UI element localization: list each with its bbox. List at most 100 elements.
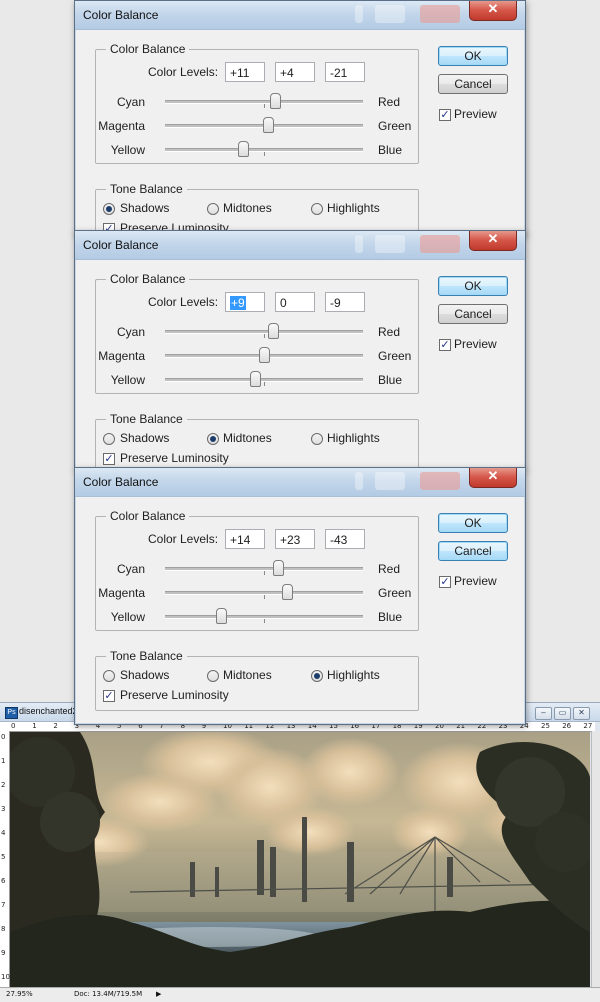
preserve-luminosity-checkbox[interactable]: ✓ [103,690,115,702]
ok-button[interactable]: OK [438,513,508,533]
slider-right-label: Red [378,325,401,339]
color-level-input-3[interactable]: -43 [325,529,365,549]
slider-right-label: Blue [378,373,403,387]
industrial-landscape-image [10,732,590,989]
slider-thumb[interactable] [259,347,270,363]
color-balance-group-label: Color Balance [110,42,186,56]
slider-left-label: Magenta [98,586,145,600]
close-document-button[interactable]: ✕ [573,707,590,720]
preview-checkbox[interactable]: ✓ [439,576,451,588]
document-title: disenchanted2 [19,706,78,716]
dialog-titlebar[interactable]: Color Balance ✕ [75,468,525,497]
slider-left-label: Yellow [110,143,145,157]
slider-left-label: Magenta [98,119,145,133]
color-balance-group-label: Color Balance [110,509,186,523]
color-level-input-3[interactable]: -9 [325,292,365,312]
radio-midtones[interactable] [207,670,219,682]
radio-midtones[interactable] [207,433,219,445]
color-level-input-2[interactable]: +4 [275,62,315,82]
ruler-left-number: 1 [1,757,6,765]
radio-shadows[interactable] [103,203,115,215]
slider-thumb[interactable] [238,141,250,157]
slider-right-label: Blue [378,143,403,157]
slider-thumb[interactable] [269,93,281,109]
status-menu-arrow-icon[interactable]: ▶ [156,990,161,998]
color-levels-label: Color Levels: [148,295,219,309]
color-level-value: +11 [230,66,250,80]
close-icon: ✕ [487,1,499,16]
color-level-value: +4 [280,66,294,80]
radio-midtones[interactable] [207,203,219,215]
close-icon: ✕ [487,468,499,483]
minimize-button[interactable]: – [535,707,552,720]
color-level-input-1[interactable]: +9 [225,292,265,312]
preview-checkbox[interactable]: ✓ [439,339,451,351]
slider-thumb[interactable] [216,608,228,624]
slider-center-tick [264,619,265,623]
color-levels-label: Color Levels: [148,65,219,79]
slider-thumb[interactable] [272,560,284,576]
slider-thumb[interactable] [250,371,262,387]
tone-balance-group-label: Tone Balance [110,412,183,426]
slider-right-label: Green [378,586,412,600]
slider-center-tick [264,104,265,108]
preview-label: Preview [454,574,497,588]
color-balance-dialog-1: Color Balance ✕ Color Balance Color Leve… [74,0,526,236]
dialog-titlebar[interactable]: Color Balance ✕ [75,1,525,30]
close-button[interactable]: ✕ [469,231,517,251]
slider-right-label: Red [378,562,401,576]
slider-left-label: Yellow [110,610,145,624]
preview-checkbox[interactable]: ✓ [439,109,451,121]
color-level-value: +9 [230,296,246,310]
color-level-input-1[interactable]: +14 [225,529,265,549]
dialog-title: Color Balance [83,475,159,489]
maximize-icon: ▭ [558,708,567,717]
image-canvas[interactable] [10,732,590,989]
ok-button[interactable]: OK [438,46,508,66]
shadows-label: Shadows [120,431,170,445]
magenta-green-slider-row: Magenta Green [75,584,525,606]
radio-highlights[interactable] [311,203,323,215]
color-level-value: +14 [230,533,251,547]
close-button[interactable]: ✕ [469,1,517,21]
color-level-input-2[interactable]: +23 [275,529,315,549]
ruler-left-number: 3 [1,805,6,813]
document-size-info[interactable]: Doc: 13.4M/719.5M [74,990,142,998]
ruler-top-number: 25 [541,722,550,730]
slider-thumb[interactable] [267,323,279,339]
color-level-input-3[interactable]: -21 [325,62,365,82]
close-icon: ✕ [578,708,585,717]
zoom-level[interactable]: 27.95% [6,990,33,998]
shadows-label: Shadows [120,668,170,682]
ruler-left-number: 0 [1,733,6,741]
slider-right-label: Blue [378,610,403,624]
slider-left-label: Cyan [116,95,145,109]
radio-shadows[interactable] [103,670,115,682]
slider-thumb[interactable] [262,117,274,133]
color-level-value: +23 [280,533,301,547]
color-level-input-2[interactable]: 0 [275,292,315,312]
vertical-scrollbar[interactable] [591,731,600,989]
cancel-button[interactable]: Cancel [438,541,508,561]
magenta-green-slider-row: Magenta Green [75,117,525,139]
color-level-value: -9 [330,296,341,310]
slider-right-label: Green [378,349,412,363]
radio-shadows[interactable] [103,433,115,445]
color-level-input-1[interactable]: +11 [225,62,265,82]
preserve-luminosity-checkbox[interactable]: ✓ [103,453,115,465]
close-button[interactable]: ✕ [469,468,517,488]
color-level-value: -43 [330,533,348,547]
cancel-button[interactable]: Cancel [438,304,508,324]
dialog-title: Color Balance [83,8,159,22]
maximize-button[interactable]: ▭ [554,707,571,720]
vertical-ruler[interactable]: 0 1 2 3 4 5 6 7 8 9 10 [0,731,10,989]
ruler-left-number: 6 [1,877,6,885]
dialog-titlebar[interactable]: Color Balance ✕ [75,231,525,260]
slider-center-tick [264,595,265,599]
slider-thumb[interactable] [281,584,293,600]
cancel-button[interactable]: Cancel [438,74,508,94]
slider-left-label: Cyan [116,562,145,576]
radio-highlights[interactable] [311,433,323,445]
ok-button[interactable]: OK [438,276,508,296]
radio-highlights[interactable] [311,670,323,682]
